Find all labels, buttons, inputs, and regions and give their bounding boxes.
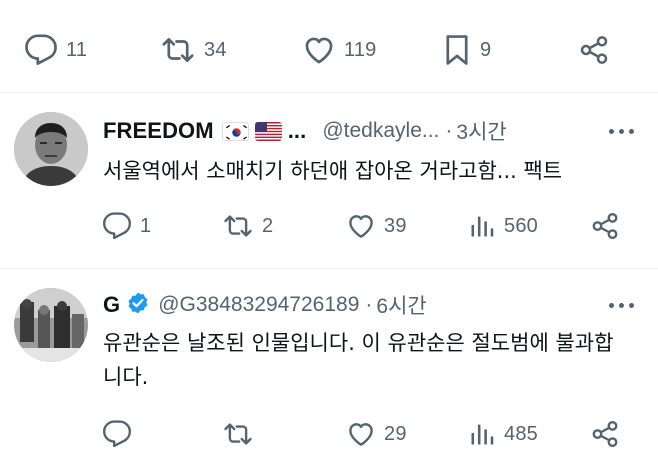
share-icon [580, 36, 608, 64]
retweet-icon [162, 38, 194, 62]
retweet-count: 34 [204, 38, 227, 61]
tweet-action-bar: 1 2 39 560 [0, 206, 658, 246]
avatar-photo [14, 112, 88, 186]
retweet-icon [224, 215, 252, 237]
views-button[interactable]: 485 [468, 414, 538, 454]
like-count: 119 [344, 38, 377, 61]
tweet-card[interactable]: FREEDOM ... @tedkayle... · 3시간 서울역에서 소매치… [0, 92, 658, 268]
heart-icon [349, 423, 373, 446]
share-icon [592, 212, 618, 240]
more-dot-icon [609, 302, 614, 308]
tweet-feed: 11 34 119 9 FREEDOM ... @tedkayle... · 3… [0, 0, 658, 468]
heart-icon [305, 37, 333, 64]
share-button[interactable] [590, 206, 620, 246]
verified-badge-icon [126, 291, 150, 320]
retweet-button[interactable]: 2 [222, 206, 273, 246]
share-button[interactable] [590, 414, 620, 454]
separator-dot: · [365, 293, 373, 316]
more-dot-icon [629, 128, 634, 134]
like-button[interactable]: 29 [346, 414, 407, 454]
reply-count: 11 [66, 38, 88, 61]
view-count: 485 [504, 422, 538, 445]
avatar[interactable] [14, 288, 88, 362]
usa-flag-icon [254, 121, 282, 141]
tweet-text: 유관순은 날조된 인물입니다. 이 유관순은 절도범에 불과합니다. [103, 331, 614, 389]
bookmark-count: 9 [480, 38, 492, 61]
reply-button[interactable] [102, 414, 140, 454]
reply-button[interactable]: 1 [102, 206, 151, 246]
more-options-button[interactable] [609, 116, 634, 146]
retweet-icon [224, 423, 252, 445]
display-name[interactable]: FREEDOM [103, 118, 214, 144]
more-dot-icon [629, 302, 634, 308]
timestamp[interactable]: 6시간 [376, 290, 426, 320]
like-button[interactable]: 39 [346, 206, 407, 246]
tweet-header: G @G38483294726189 · 6시간 [103, 290, 427, 320]
more-dot-icon [609, 128, 614, 134]
handle[interactable]: @G38483294726189 [158, 293, 359, 317]
heart-icon [349, 215, 373, 238]
more-dot-icon [619, 302, 624, 308]
share-button[interactable] [578, 30, 610, 70]
avatar[interactable] [14, 112, 88, 186]
share-icon [592, 420, 618, 448]
bookmark-button[interactable]: 9 [442, 30, 491, 70]
more-options-button[interactable] [609, 290, 634, 320]
views-chart-icon [471, 216, 494, 237]
display-name[interactable]: G [103, 292, 120, 318]
tweet-text: 서울역에서 소매치기 하던애 잡아온 거라고함... 팩트 [103, 159, 563, 183]
south-korea-flag-icon [221, 121, 249, 141]
retweet-count: 2 [262, 214, 274, 237]
name-ellipsis: ... [287, 118, 307, 143]
tweet-action-bar: 29 485 [0, 414, 658, 454]
view-count: 560 [504, 214, 538, 237]
retweet-button[interactable]: 34 [160, 30, 227, 70]
like-count: 29 [384, 422, 407, 445]
more-dot-icon [619, 128, 624, 134]
views-chart-icon [471, 424, 494, 445]
reply-count: 1 [140, 214, 152, 237]
bookmark-icon [446, 35, 468, 65]
tweet-card[interactable]: G @G38483294726189 · 6시간 유관순은 날조된 인물입니다.… [0, 268, 658, 468]
like-count: 39 [384, 214, 407, 237]
top-tweet-action-bar: 11 34 119 9 [0, 30, 658, 70]
like-button[interactable]: 119 [302, 30, 377, 70]
avatar-photo [14, 288, 88, 362]
reply-icon [103, 212, 131, 240]
retweet-button[interactable] [222, 414, 262, 454]
reply-icon [103, 420, 131, 448]
separator-dot: · [445, 119, 453, 142]
tweet-header: FREEDOM ... @tedkayle... · 3시간 [103, 116, 507, 146]
views-button[interactable]: 560 [468, 206, 538, 246]
handle[interactable]: @tedkayle... [322, 119, 439, 143]
reply-button[interactable]: 11 [24, 30, 87, 70]
timestamp[interactable]: 3시간 [456, 116, 506, 146]
reply-icon [25, 34, 57, 65]
